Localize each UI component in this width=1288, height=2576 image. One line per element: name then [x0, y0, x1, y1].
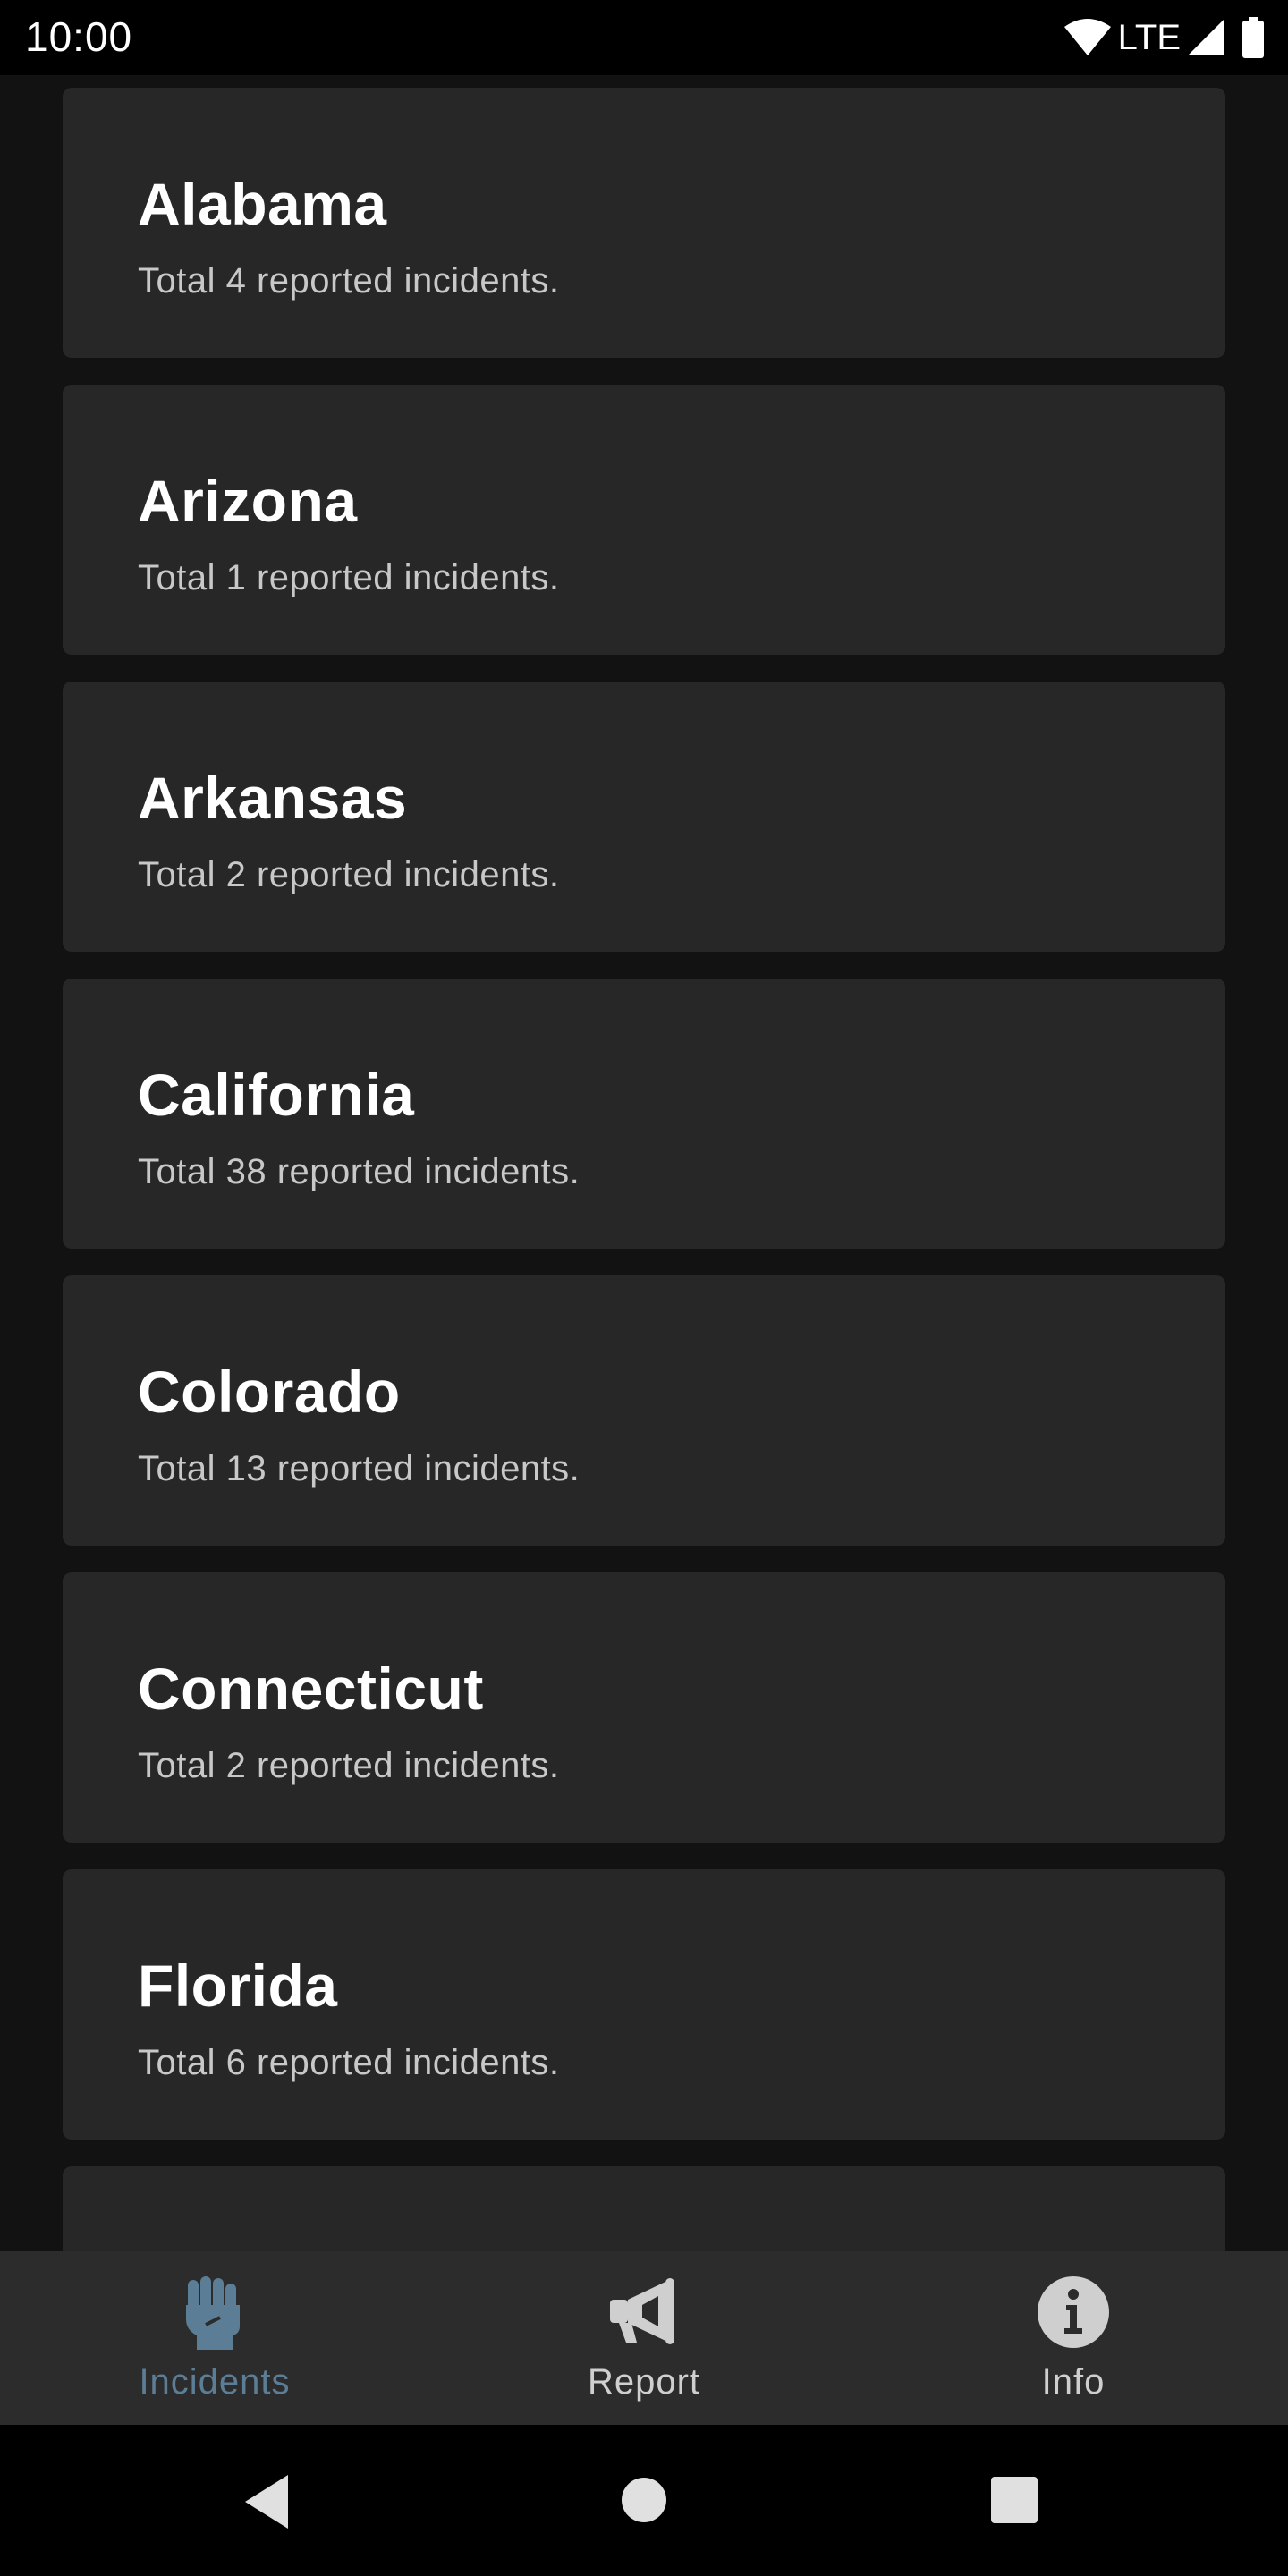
- incident-summary: Total 1 reported incidents.: [138, 558, 560, 597]
- network-type: LTE: [1117, 17, 1181, 57]
- status-time: 10:00: [25, 13, 133, 60]
- nav-report[interactable]: Report: [429, 2251, 859, 2425]
- state-card-arkansas[interactable]: Arkansas Total 2 reported incidents.: [63, 682, 1225, 952]
- nav-incidents[interactable]: Incidents: [0, 2251, 429, 2425]
- state-card-colorado[interactable]: Colorado Total 13 reported incidents.: [63, 1275, 1225, 1546]
- state-list: Alabama Total 4 reported incidents. Ariz…: [63, 75, 1225, 2251]
- state-card-arizona[interactable]: Arizona Total 1 reported incidents.: [63, 385, 1225, 655]
- back-icon[interactable]: [242, 2473, 292, 2535]
- megaphone-icon: [606, 2275, 682, 2350]
- state-name: Arizona: [138, 468, 358, 534]
- home-icon[interactable]: [621, 2477, 667, 2528]
- incident-summary: Total 6 reported incidents.: [138, 2043, 560, 2082]
- state-name: Alabama: [138, 171, 387, 237]
- state-card-florida[interactable]: Florida Total 6 reported incidents.: [63, 1869, 1225, 2140]
- raised-fist-icon: [177, 2275, 252, 2350]
- state-name: Colorado: [138, 1359, 401, 1425]
- info-icon: [1036, 2275, 1111, 2350]
- battery-icon: [1241, 17, 1265, 58]
- incident-summary: Total 38 reported incidents.: [138, 1152, 580, 1191]
- state-card-alabama[interactable]: Alabama Total 4 reported incidents.: [63, 88, 1225, 358]
- state-card-california[interactable]: California Total 38 reported incidents.: [63, 979, 1225, 1249]
- state-card-partial[interactable]: [63, 2166, 1225, 2251]
- state-name: Arkansas: [138, 765, 408, 831]
- wifi-icon: [1063, 18, 1113, 57]
- nav-label: Incidents: [139, 2362, 291, 2402]
- state-name: Connecticut: [138, 1656, 484, 1722]
- status-bar: 10:00 LTE: [0, 0, 1288, 75]
- signal-icon: [1186, 18, 1225, 57]
- state-name: Florida: [138, 1953, 338, 2019]
- recents-icon[interactable]: [991, 2477, 1038, 2528]
- state-card-connecticut[interactable]: Connecticut Total 2 reported incidents.: [63, 1572, 1225, 1843]
- incident-summary: Total 2 reported incidents.: [138, 1746, 560, 1785]
- incident-summary: Total 4 reported incidents.: [138, 261, 560, 301]
- system-navigation-bar: [0, 2425, 1288, 2576]
- nav-label: Info: [1041, 2362, 1106, 2402]
- nav-info[interactable]: Info: [859, 2251, 1288, 2425]
- bottom-navigation: Incidents Report Info: [0, 2251, 1288, 2425]
- incident-summary: Total 2 reported incidents.: [138, 855, 560, 894]
- nav-label: Report: [587, 2362, 701, 2402]
- status-icons: LTE: [1063, 14, 1265, 61]
- state-name: California: [138, 1062, 415, 1128]
- incident-summary: Total 13 reported incidents.: [138, 1449, 580, 1488]
